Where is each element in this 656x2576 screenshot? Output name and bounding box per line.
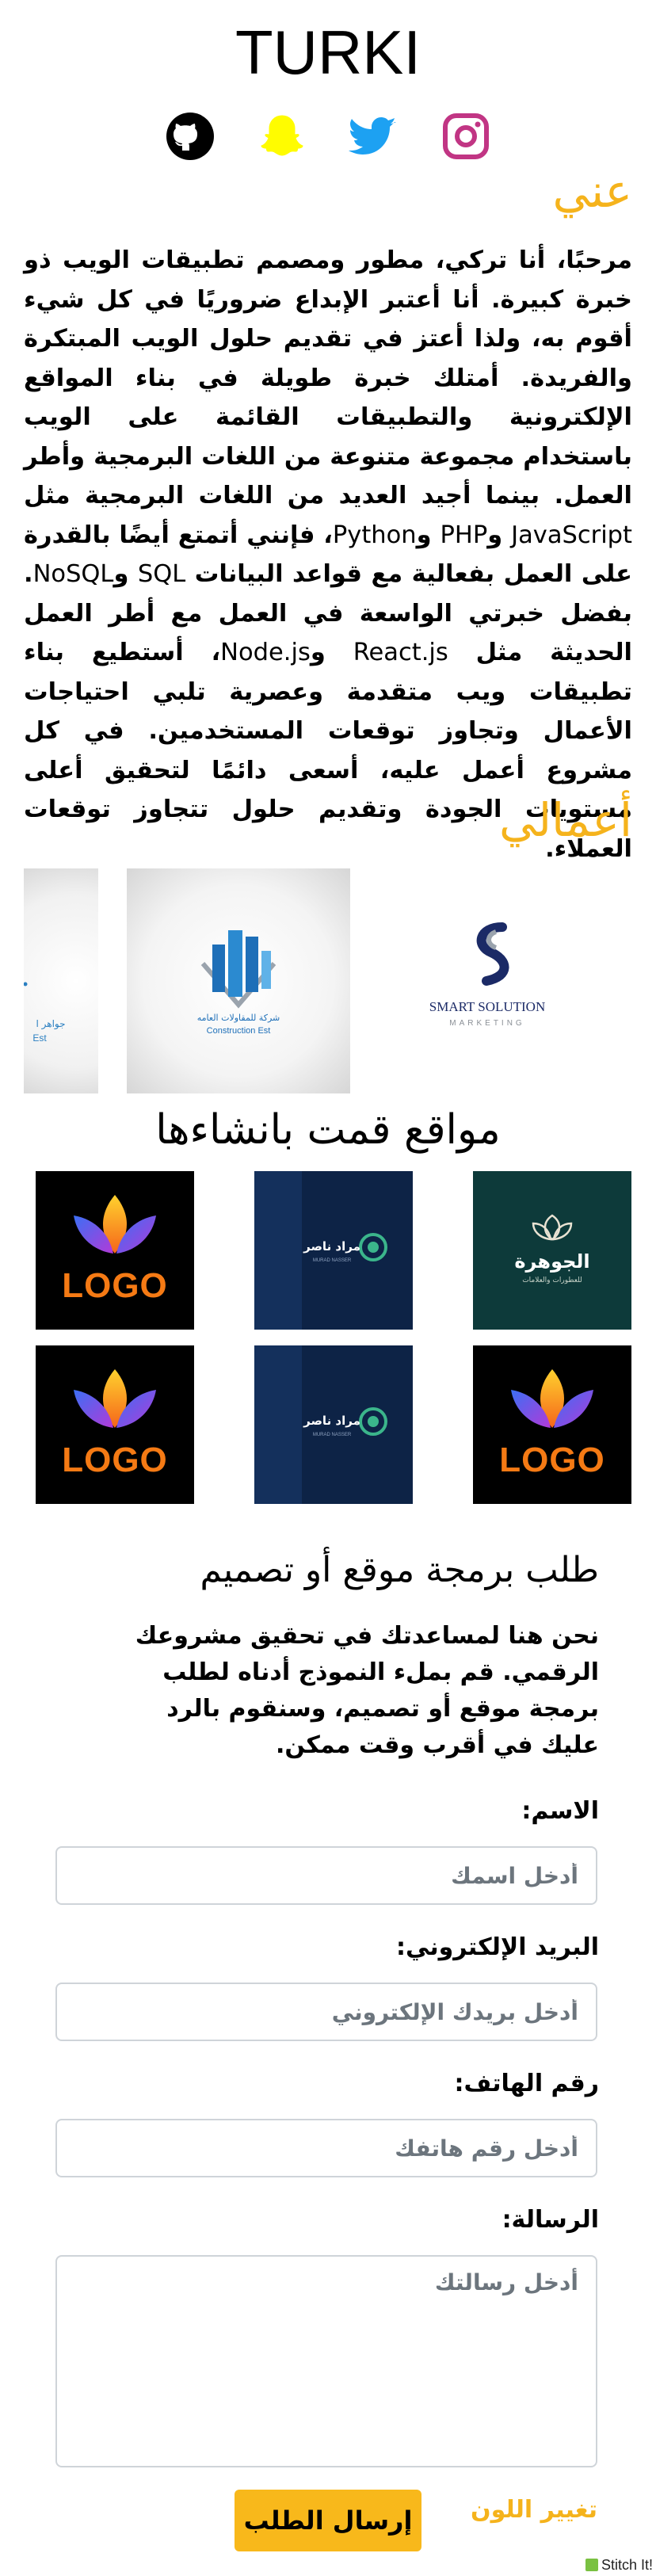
name-input[interactable] [55, 1846, 597, 1905]
murad-logo-icon: مراد ناصر MURAD NASSER [254, 1171, 387, 1330]
partial-logo-icon: جواهر ا Est [23, 982, 66, 1044]
work-card-construction[interactable]: شركة للمقاولات العامه Construction Est [127, 868, 350, 1093]
lotus-logo-icon [74, 1195, 156, 1254]
instagram-link[interactable] [441, 111, 491, 162]
smart-solution-logo-icon: SMART SOLUTION MARKETING [429, 922, 545, 1028]
work-card-construction-line1: شركة للمقاولات العامه [197, 1013, 280, 1023]
stitch-badge[interactable]: Stitch It! [585, 2555, 653, 2575]
work-card-smart-solution[interactable]: SMART SOLUTION MARKETING [376, 868, 599, 1093]
leaf-logo-icon: الجوهرة للعطورات والعلامات [514, 1214, 590, 1284]
building-logo-icon: شركة للمقاولات العامه Construction Est [197, 930, 280, 1036]
work-card-jawaher-line2: Est [32, 1032, 47, 1044]
name-label: الاسم: [521, 1797, 599, 1825]
site-tile-logo-2[interactable]: LOGO [473, 1345, 631, 1504]
site-tile-jawhara[interactable]: الجوهرة للعطورات والعلامات [473, 1171, 631, 1330]
site-tile-murad-2[interactable]: مراد ناصر MURAD NASSER [254, 1345, 413, 1504]
site-tile-logo-2-label: LOGO [499, 1441, 605, 1479]
sites-title: مواقع قمت بانشاءها [155, 1106, 501, 1154]
phone-label: رقم الهاتف: [454, 2070, 600, 2097]
sites-grid: الجوهرة للعطورات والعلامات مراد ناصر MUR… [36, 1171, 631, 1504]
site-tile-murad-2-title: مراد ناصر [303, 1414, 360, 1428]
snapchat-icon [261, 115, 303, 156]
site-tile-jawhara-title: الجوهرة [514, 1250, 589, 1273]
work-card-smart-solution-line2: MARKETING [449, 1019, 524, 1028]
twitter-link[interactable] [349, 111, 399, 162]
twitter-icon [349, 117, 396, 155]
work-card-jawaher[interactable]: جواهر ا Est [23, 868, 98, 1093]
brand-title: TURKI [235, 17, 421, 87]
work-card-smart-solution-line1: SMART SOLUTION [429, 999, 545, 1014]
message-textarea[interactable] [55, 2255, 597, 2467]
change-color-button[interactable]: تغيير اللون [471, 2496, 597, 2524]
works-title: أعمالي [499, 793, 632, 847]
about-paragraph: مرحبًا، أنا تركي، مطور ومصمم تطبيقات الو… [24, 246, 632, 863]
lotus-logo-icon [511, 1369, 593, 1428]
site-tile-murad-1[interactable]: مراد ناصر MURAD NASSER [254, 1171, 413, 1330]
site-tile-murad-1-subtitle: MURAD NASSER [313, 1258, 352, 1263]
stitch-badge-label: Stitch It! [601, 2557, 653, 2573]
site-tile-murad-1-title: مراد ناصر [303, 1239, 360, 1254]
form-title: طلب برمجة موقع أو تصميم [200, 1550, 599, 1590]
site-tile-logo-3[interactable]: LOGO [36, 1345, 194, 1504]
github-link[interactable] [165, 111, 215, 162]
work-card-jawaher-line1: جواهر ا [36, 1018, 65, 1030]
stitch-icon [585, 2559, 598, 2571]
snapchat-link[interactable] [257, 111, 307, 162]
site-tile-murad-2-subtitle: MURAD NASSER [313, 1433, 352, 1437]
phone-input[interactable] [55, 2119, 597, 2177]
github-icon [166, 113, 214, 160]
email-label: البريد الإلكتروني: [396, 1933, 599, 1961]
site-tile-jawhara-subtitle: للعطورات والعلامات [522, 1277, 582, 1284]
form-intro: نحن هنا لمساعدتك في تحقيق مشروعك الرقمي.… [135, 1622, 599, 1759]
email-input[interactable] [55, 1983, 597, 2041]
works-carousel[interactable]: جواهر ا Est شركة للمقاولات العامه Constr… [0, 868, 656, 1093]
site-tile-logo-1[interactable]: LOGO [36, 1171, 194, 1330]
site-tile-logo-1-label: LOGO [62, 1266, 168, 1305]
instagram-icon [443, 113, 489, 159]
lotus-logo-icon [74, 1369, 156, 1428]
social-links [0, 111, 656, 162]
site-tile-logo-3-label: LOGO [62, 1441, 168, 1479]
work-card-construction-line2: Construction Est [207, 1026, 271, 1036]
about-title: عني [552, 164, 632, 218]
submit-button[interactable]: إرسال الطلب [235, 2490, 421, 2551]
murad-logo-icon: مراد ناصر MURAD NASSER [254, 1345, 387, 1504]
message-label: الرسالة: [502, 2206, 599, 2234]
